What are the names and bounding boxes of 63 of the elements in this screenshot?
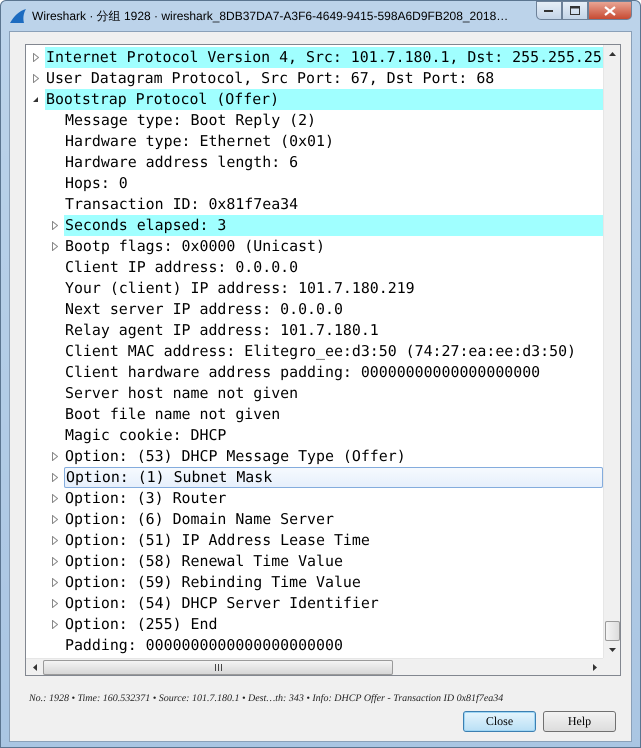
collapsed-arrow-icon[interactable] (52, 515, 58, 524)
packet-summary: No.: 1928 • Time: 160.532371 • Source: 101.7.180.1 • Dest…th: 343 • Info: DHCP Offer - Transaction ID 0x81f7ea34 (29, 693, 504, 704)
tree-item[interactable]: Option: (58) Renewal Time Value (64, 551, 603, 572)
tree-item[interactable]: Seconds elapsed: 3 (64, 215, 603, 236)
tree-item[interactable]: Hardware type: Ethernet (0x01) (64, 131, 603, 152)
dialog-button[interactable]: Help (543, 711, 616, 732)
tree-item[interactable]: Internet Protocol Version 4, Src: 101.7.180.1, Dst: 255.255.25 (45, 47, 603, 68)
right-arrow-icon[interactable] (592, 664, 596, 670)
tree-item[interactable]: Option: (6) Domain Name Server (64, 509, 603, 530)
tree-item[interactable]: Magic cookie: DHCP (64, 425, 603, 446)
collapsed-arrow-icon[interactable] (52, 242, 58, 251)
scroll-thumb[interactable] (605, 621, 620, 641)
minimize-icon (544, 8, 554, 12)
collapsed-arrow-icon[interactable] (52, 578, 58, 587)
tree-item[interactable]: Option: (3) Router (64, 488, 603, 509)
tree-item[interactable]: Hops: 0 (64, 173, 603, 194)
left-arrow-icon[interactable] (32, 664, 36, 670)
dialog-button[interactable]: Close (463, 711, 536, 732)
tree-item[interactable]: User Datagram Protocol, Src Port: 67, Dst Port: 68 (45, 68, 603, 89)
window-title: Wireshark · 分组 1928 · wireshark_8DB37DA7-A3F6-4649-9415-598A6D9FB208_2018… (32, 8, 510, 24)
grip-icon (214, 664, 222, 670)
tree-item[interactable]: Option: (255) End (64, 614, 603, 635)
maximize-button[interactable] (562, 1, 588, 20)
tree-item[interactable]: Server host name not given (64, 383, 603, 404)
tree-item[interactable]: Padding: 0000000000000000000000 (64, 635, 603, 656)
scroll-thumb[interactable] (43, 660, 393, 674)
expanded-arrow-icon[interactable] (32, 96, 39, 103)
tree-item[interactable]: Option: (51) IP Address Lease Time (64, 530, 603, 551)
tree-item[interactable]: Client MAC address: Elitegro_ee:d3:50 (74:27:ea:ee:d3:50) (64, 341, 603, 362)
tree-item[interactable]: Relay agent IP address: 101.7.180.1 (64, 320, 603, 341)
tree-item[interactable]: Next server IP address: 0.0.0.0 (64, 299, 603, 320)
collapsed-arrow-icon[interactable] (52, 494, 58, 503)
shark-fin-icon (9, 8, 27, 24)
minimize-button[interactable] (536, 1, 562, 20)
close-button[interactable] (588, 1, 632, 20)
close-icon (604, 6, 616, 16)
tree-item[interactable]: Hardware address length: 6 (64, 152, 603, 173)
tree-item[interactable]: Option: (59) Rebinding Time Value (64, 572, 603, 593)
tree-item[interactable]: Client hardware address padding: 00000000000000000000 (64, 362, 603, 383)
tree-item[interactable]: Option: (1) Subnet Mask (64, 467, 603, 488)
tree-item[interactable]: Boot file name not given (64, 404, 603, 425)
up-arrow-icon[interactable] (609, 52, 616, 56)
tree-item[interactable]: Transaction ID: 0x81f7ea34 (64, 194, 603, 215)
collapsed-arrow-icon[interactable] (52, 620, 58, 629)
maximize-icon (570, 6, 580, 15)
vertical-scrollbar[interactable] (603, 45, 620, 658)
collapsed-arrow-icon[interactable] (52, 557, 58, 566)
collapsed-arrow-icon[interactable] (52, 221, 58, 230)
collapsed-arrow-icon[interactable] (52, 473, 58, 482)
down-arrow-icon[interactable] (609, 648, 616, 652)
horizontal-scrollbar[interactable] (26, 658, 603, 675)
tree-item[interactable]: Bootp flags: 0x0000 (Unicast) (64, 236, 603, 257)
collapsed-arrow-icon[interactable] (52, 536, 58, 545)
tree-item[interactable]: Bootstrap Protocol (Offer) (45, 89, 603, 110)
tree-item[interactable]: Option: (53) DHCP Message Type (Offer) (64, 446, 603, 467)
tree-item[interactable]: Client IP address: 0.0.0.0 (64, 257, 603, 278)
collapsed-arrow-icon[interactable] (32, 74, 38, 83)
tree-item[interactable]: Message type: Boot Reply (2) (64, 110, 603, 131)
tree-item[interactable]: Your (client) IP address: 101.7.180.219 (64, 278, 603, 299)
collapsed-arrow-icon[interactable] (52, 452, 58, 461)
tree-item[interactable]: Option: (54) DHCP Server Identifier (64, 593, 603, 614)
collapsed-arrow-icon[interactable] (52, 599, 58, 608)
collapsed-arrow-icon[interactable] (32, 53, 38, 62)
